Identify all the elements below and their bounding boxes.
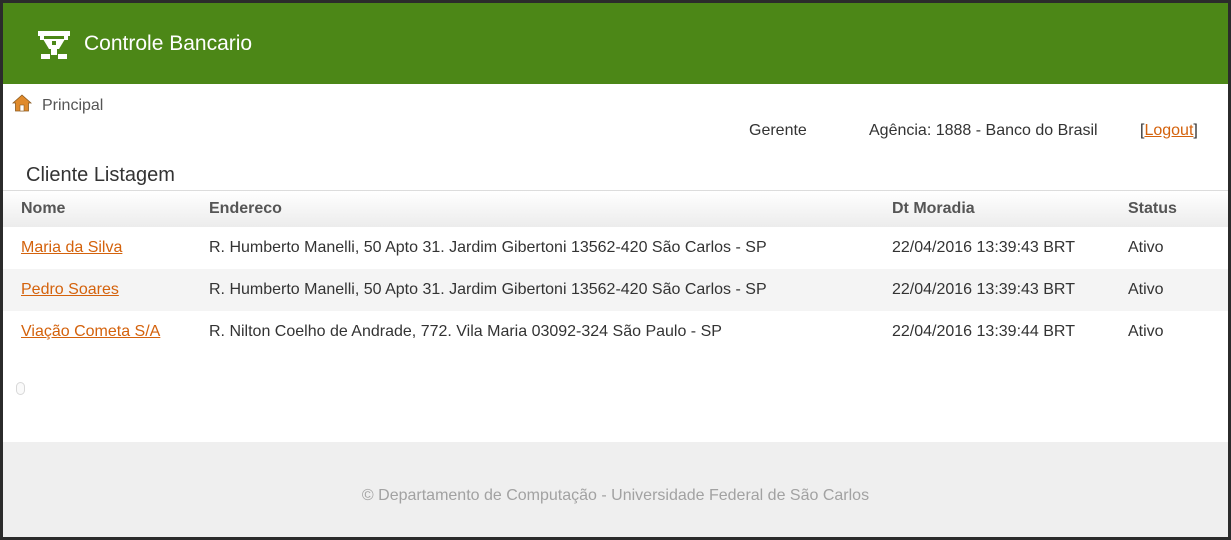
cell-status: Ativo [1128, 239, 1164, 256]
cell-date: 22/04/2016 13:39:44 BRT [892, 323, 1075, 340]
client-link[interactable]: Maria da Silva [21, 239, 122, 256]
cell-date: 22/04/2016 13:39:43 BRT [892, 239, 1075, 256]
scroll-indicator[interactable] [16, 382, 25, 395]
table-row: Maria da Silva R. Humberto Manelli, 50 A… [3, 227, 1228, 269]
home-icon[interactable] [12, 94, 32, 112]
cell-status: Ativo [1128, 281, 1164, 298]
agency-info: Agência: 1888 - Banco do Brasil [869, 122, 1098, 139]
bank-logo-icon[interactable] [37, 30, 71, 60]
header-dt-moradia[interactable]: Dt Moradia [874, 191, 1110, 227]
header-endereco[interactable]: Endereco [191, 191, 874, 227]
app-window: Controle Bancario Principal Gerente Agên… [3, 3, 1228, 537]
footer-copyright: © Departamento de Computação - Universid… [361, 487, 870, 504]
client-link[interactable]: Pedro Soares [21, 281, 119, 298]
cell-date: 22/04/2016 13:39:43 BRT [892, 281, 1075, 298]
logout-close-bracket: ] [1193, 122, 1198, 139]
table-header-row: Nome Endereco Dt Moradia Status [3, 191, 1228, 227]
logout-link[interactable]: Logout [1144, 122, 1193, 139]
footer: © Departamento de Computação - Universid… [3, 442, 1228, 537]
user-role: Gerente [749, 122, 807, 139]
cell-name: Pedro Soares [3, 269, 191, 311]
cell-status: Ativo [1128, 323, 1164, 340]
header-status[interactable]: Status [1110, 191, 1228, 227]
table-row: Pedro Soares R. Humberto Manelli, 50 Apt… [3, 269, 1228, 311]
page-title: Cliente Listagem [26, 164, 175, 186]
client-table: Nome Endereco Dt Moradia Status Maria da… [3, 190, 1228, 353]
table-row: Viação Cometa S/A R. Nilton Coelho de An… [3, 311, 1228, 353]
client-link[interactable]: Viação Cometa S/A [21, 323, 160, 340]
header-nome[interactable]: Nome [3, 191, 191, 227]
cell-address: R. Nilton Coelho de Andrade, 772. Vila M… [209, 323, 722, 340]
logout-container: [Logout] [1140, 122, 1198, 140]
cell-address: R. Humberto Manelli, 50 Apto 31. Jardim … [209, 281, 767, 298]
cell-name: Maria da Silva [3, 227, 191, 269]
app-title[interactable]: Controle Bancario [84, 31, 252, 57]
navbar: Controle Bancario [3, 3, 1228, 84]
cell-address: R. Humberto Manelli, 50 Apto 31. Jardim … [209, 239, 767, 256]
breadcrumb-principal[interactable]: Principal [42, 96, 103, 116]
cell-name: Viação Cometa S/A [3, 311, 191, 353]
